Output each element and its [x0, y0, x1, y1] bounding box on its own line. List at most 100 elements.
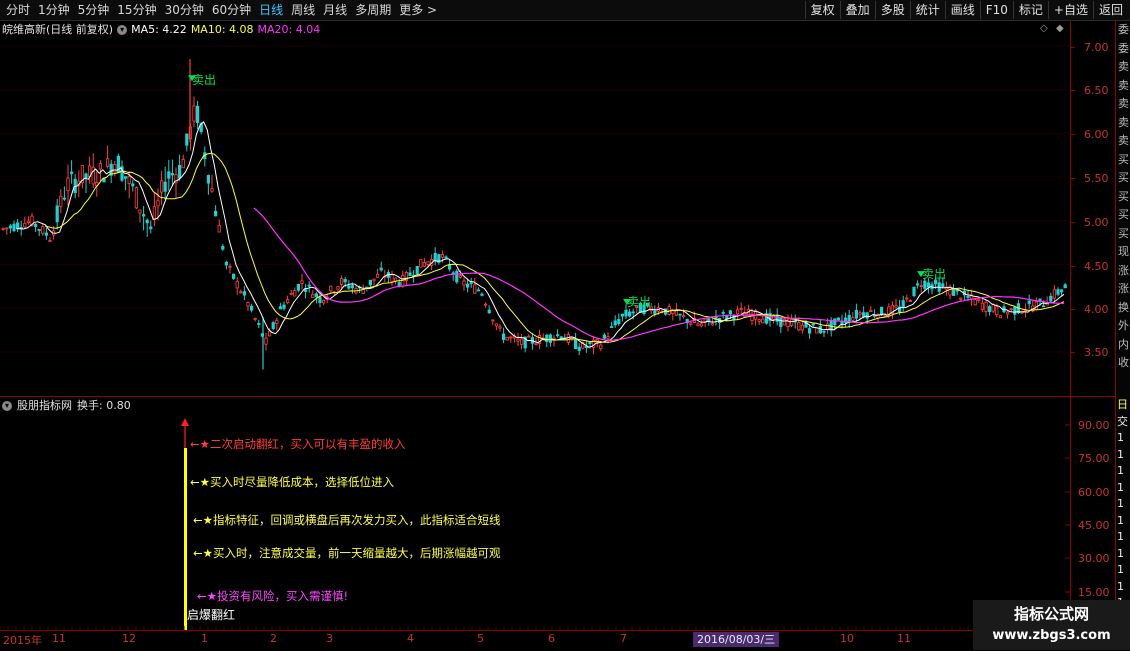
period-tab[interactable]: 日线 — [255, 0, 287, 20]
quote-side-panel: 委委卖卖卖卖卖买买买买买现涨涨换外内收 日交111111111111 — [1115, 21, 1130, 630]
candle-body — [520, 338, 524, 345]
period-tab[interactable]: 15分钟 — [113, 0, 160, 20]
diamond-filled-icon[interactable]: ◆ — [1056, 23, 1064, 34]
candle-body — [141, 214, 146, 217]
candle-body — [170, 173, 174, 176]
period-tabs: 分时 1分钟 5分钟 15分钟 30分钟 60分钟 日线 周线 月线 多周期 更多 > — [2, 0, 441, 20]
period-tab[interactable]: 1分钟 — [34, 0, 74, 20]
period-tab[interactable]: 多周期 — [351, 0, 395, 20]
candle-body — [610, 326, 614, 328]
toolbar-button[interactable]: 返回 — [1092, 1, 1128, 19]
candle-body — [721, 312, 725, 314]
period-tab[interactable]: 分时 — [2, 0, 34, 20]
candle-body — [41, 226, 45, 235]
candle-body — [23, 222, 27, 228]
candle-body — [444, 256, 448, 259]
toolbar-button[interactable]: 复权 — [804, 1, 840, 19]
price-chart[interactable] — [0, 38, 1070, 395]
candle-body — [977, 298, 981, 302]
quote-label: 收 — [1118, 356, 1129, 369]
candle-body — [869, 309, 873, 312]
date-tick-label: 7 — [620, 632, 627, 645]
period-tab[interactable]: 5分钟 — [74, 0, 114, 20]
candle-body — [433, 253, 437, 262]
date-tick-label: 6 — [548, 632, 555, 645]
quote-label: 卖 — [1118, 60, 1129, 73]
toolbar-button[interactable]: 统计 — [909, 1, 945, 19]
period-tab[interactable]: 月线 — [319, 0, 351, 20]
candle-body — [134, 187, 138, 209]
panel-divider — [0, 396, 1115, 397]
candle-body — [98, 163, 102, 170]
candle-body — [293, 290, 297, 297]
quote-value: 1 — [1117, 579, 1124, 593]
price-tick-label: 6.50 — [1084, 84, 1109, 97]
candle-body — [955, 289, 959, 292]
candle-body — [858, 312, 862, 315]
candle-body — [368, 279, 373, 286]
candle-body — [275, 319, 279, 324]
indicator-note: ←★买入时，注意成交量，前一天缩量越大，后期涨幅越可观 — [193, 546, 501, 560]
price-tick-label: 3.50 — [1084, 346, 1109, 359]
indicator-tick-label: 75.00 — [1078, 452, 1110, 465]
candle-body — [167, 171, 171, 179]
candle-body — [339, 278, 344, 285]
candle-body — [509, 336, 513, 339]
candle-body — [908, 300, 913, 302]
candle-body — [556, 334, 560, 337]
period-tab[interactable]: 30分钟 — [161, 0, 208, 20]
toolbar-button[interactable]: 叠加 — [839, 1, 875, 19]
toolbar-buttons: 复权 叠加 多股 统计 画线 F10 标记 +自选 返回 — [804, 0, 1128, 20]
quote-value: 交 — [1117, 414, 1128, 428]
candle-body — [980, 302, 985, 310]
sell-signal: 卖出 — [922, 267, 947, 281]
toolbar-button[interactable]: 标记 — [1012, 1, 1048, 19]
candle-body — [808, 328, 812, 334]
price-tick-label: 4.50 — [1084, 260, 1109, 273]
candle-body — [912, 286, 916, 297]
diamond-outline-icon[interactable]: ◇ — [1040, 23, 1048, 34]
candle-body — [854, 309, 859, 319]
candle-body — [390, 274, 394, 283]
quote-label: 现 — [1118, 245, 1129, 258]
candle-body — [350, 285, 355, 289]
candle-body — [505, 336, 509, 341]
toolbar-button[interactable]: 多股 — [874, 1, 910, 19]
period-tab[interactable]: 60分钟 — [208, 0, 255, 20]
candle-body — [257, 323, 261, 325]
dropdown-circle-icon[interactable]: ▾ — [117, 25, 128, 35]
candle-body — [156, 200, 160, 207]
indicator-menu-icon[interactable]: ▾ — [2, 401, 12, 411]
quote-label: 卖 — [1118, 78, 1129, 92]
candle-body — [192, 105, 196, 122]
quote-value: 1 — [1117, 497, 1124, 510]
indicator-tick-label: 60.00 — [1078, 486, 1110, 499]
watermark: 指标公式网 www.zbgs3.com — [973, 600, 1130, 650]
candle-body — [602, 334, 607, 339]
candle-body — [152, 206, 156, 220]
candle-body — [700, 323, 704, 327]
candle-body — [91, 166, 95, 185]
candle-body — [880, 306, 884, 316]
candle-body — [527, 335, 531, 338]
candle-body — [966, 296, 970, 298]
period-tab[interactable]: 周线 — [287, 0, 319, 20]
candle-body — [577, 346, 581, 352]
date-tick-label: 5 — [477, 632, 484, 645]
candle-body — [267, 330, 272, 337]
toolbar-button[interactable]: F10 — [979, 1, 1013, 19]
candle-body — [984, 301, 988, 312]
quote-label: 卖 — [1118, 97, 1129, 110]
quote-label: 委 — [1118, 23, 1129, 36]
indicator-note: ←★买入时尽量降低成本，选择低位进入 — [190, 475, 394, 489]
candle-body — [145, 219, 149, 224]
toolbar-button[interactable]: 画线 — [944, 1, 980, 19]
indicator-tick-label: 30.00 — [1078, 552, 1110, 565]
toolbar-button[interactable]: +自选 — [1047, 1, 1093, 19]
candle-body — [1013, 306, 1017, 315]
candle-body — [797, 322, 801, 331]
period-tab[interactable]: 更多 > — [395, 0, 441, 20]
candle-body — [465, 283, 470, 288]
indicator-chart[interactable] — [0, 414, 1070, 630]
candle-body — [318, 297, 322, 303]
